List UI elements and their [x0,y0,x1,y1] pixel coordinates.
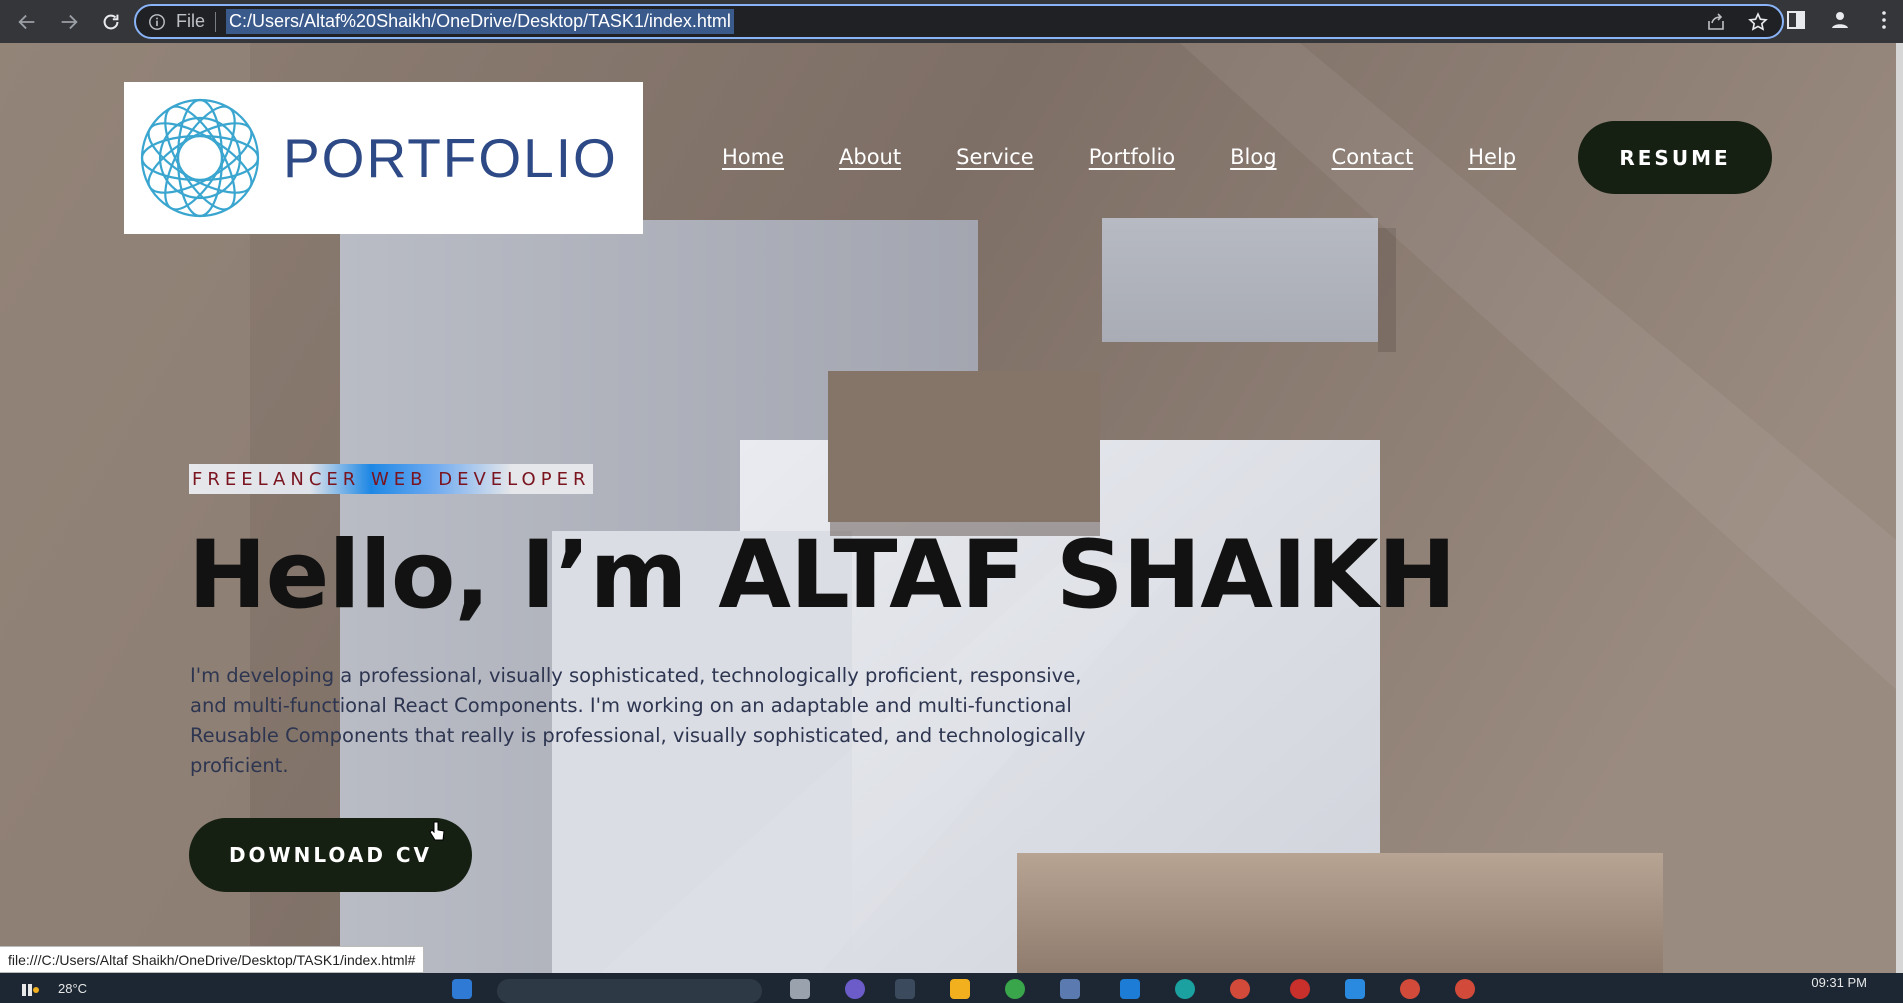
chrome-active-icon[interactable] [1455,979,1475,999]
taskbar-search[interactable] [497,979,762,1003]
weather-icon[interactable] [20,978,40,998]
arrow-right-icon [61,14,78,29]
reload-button[interactable] [96,7,126,37]
share-icon[interactable] [1706,12,1726,32]
profile-icon[interactable] [1829,9,1851,31]
media-icon[interactable] [1290,979,1310,999]
back-button[interactable] [12,7,42,37]
address-bar[interactable]: File C:/Users/Altaf%20Shaikh/OneDrive/De… [134,4,1784,39]
bookmark-star-icon[interactable] [1748,12,1768,32]
mail-icon[interactable] [1120,979,1140,999]
link-status-bar: file:///C:/Users/Altaf Shaikh/OneDrive/D… [0,946,425,973]
taskbar-clock[interactable]: 09:31 PM [1811,975,1867,990]
scrollbar[interactable] [1896,43,1903,973]
url-text[interactable]: C:/Users/Altaf%20Shaikh/OneDrive/Desktop… [226,9,734,34]
page-viewport: PORTFOLIO Home About Service Portfolio B… [0,43,1903,973]
store-icon[interactable] [895,979,915,999]
hero-tagline: FREELANCER WEB DEVELOPER [189,464,594,494]
edge-icon[interactable] [1175,979,1195,999]
side-panel-icon[interactable] [1785,9,1807,31]
main-nav: Home About Service Portfolio Blog Contac… [722,145,1571,169]
app-icon[interactable] [1060,979,1080,999]
hero-intro: I'm developing a professional, visually … [190,664,1086,777]
hand-cursor-icon [429,821,445,841]
browser-toolbar: File C:/Users/Altaf%20Shaikh/OneDrive/De… [0,0,1903,43]
task-view-icon[interactable] [790,979,810,999]
logo[interactable]: PORTFOLIO [124,82,643,234]
resume-button[interactable]: RESUME [1578,121,1772,194]
scheme-label: File [176,11,206,31]
nav-contact[interactable]: Contact [1332,145,1414,169]
temperature: 28°C [58,980,88,996]
folder-icon[interactable] [950,979,970,999]
omnibox-divider [215,11,217,32]
chat-icon[interactable] [845,979,865,999]
logo-text: PORTFOLIO [283,127,618,189]
more-menu-icon[interactable] [1873,9,1895,31]
os-taskbar: 28°C 09:31 PM [0,973,1903,1003]
nav-help[interactable]: Help [1468,145,1516,169]
info-icon[interactable] [148,13,166,31]
chrome-icon[interactable] [1230,979,1250,999]
arrow-left-icon [18,14,35,29]
nav-about[interactable]: About [839,145,901,169]
nav-home[interactable]: Home [722,145,784,169]
hero-headline: Hello, I’m ALTAF SHAIKH [188,521,1456,630]
vscode-icon[interactable] [1345,979,1365,999]
reload-icon [103,14,119,29]
forward-button[interactable] [54,7,84,37]
nav-service[interactable]: Service [956,145,1034,169]
browser-icon[interactable] [1400,979,1420,999]
nav-blog[interactable]: Blog [1230,145,1276,169]
spotify-icon[interactable] [1005,979,1025,999]
nav-portfolio[interactable]: Portfolio [1089,145,1175,169]
logo-mandala-icon [140,98,260,218]
start-icon[interactable] [452,979,472,999]
